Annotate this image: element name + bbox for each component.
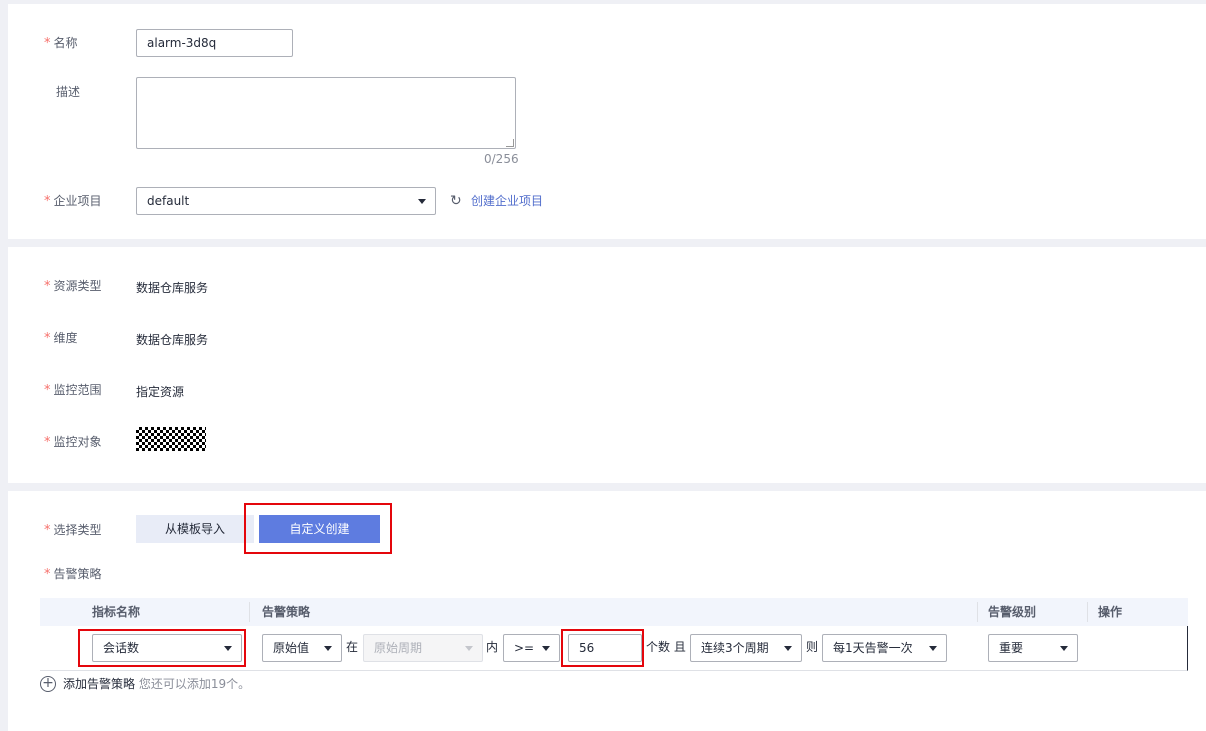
in-text: 在 <box>346 640 359 654</box>
object-label: * 监控对象 <box>44 435 102 450</box>
resource-card: * 资源类型 数据仓库服务 * 维度 数据仓库服务 * 监控范围 指定资源 * 监控对象 <box>8 247 1206 483</box>
col-policy: 告警策略 <box>262 605 311 619</box>
frequency-select-value: 每1天告警一次 <box>833 641 913 655</box>
table-row: 会话数 原始值 在 原始周期 内 >= 56 个数 且 连续3个周期 则 每1天… <box>40 626 1188 671</box>
value-type-select-value: 原始值 <box>273 641 310 655</box>
operator-select-value: >= <box>514 641 535 655</box>
col-level: 告警级别 <box>988 605 1037 619</box>
resource-type-label: * 资源类型 <box>44 279 102 294</box>
col-action: 操作 <box>1098 605 1123 619</box>
from-template-button[interactable]: 从模板导入 <box>136 515 254 543</box>
level-select[interactable]: 重要 <box>988 634 1078 662</box>
highlight-box <box>561 629 644 667</box>
select-type-label: * 选择类型 <box>44 523 102 538</box>
consecutive-select[interactable]: 连续3个周期 <box>690 634 802 662</box>
chevron-down-icon <box>465 646 473 651</box>
name-input[interactable]: alarm-3d8q <box>136 29 293 57</box>
required-mark: * <box>44 523 51 538</box>
refresh-icon[interactable]: ↻ <box>450 194 464 208</box>
scope-value: 指定资源 <box>136 385 185 399</box>
create-enterprise-link[interactable]: 创建企业项目 <box>471 192 543 209</box>
alarm-policy-label: * 告警策略 <box>44 567 102 582</box>
enterprise-select[interactable]: default <box>136 187 436 215</box>
col-metric: 指标名称 <box>92 605 141 619</box>
required-mark: * <box>44 331 51 346</box>
required-mark: * <box>44 194 51 209</box>
chevron-down-icon <box>418 199 426 204</box>
name-label: * 名称 <box>44 36 78 51</box>
dimension-value: 数据仓库服务 <box>136 333 209 347</box>
enterprise-label: * 企业项目 <box>44 194 102 209</box>
chevron-down-icon <box>784 646 792 651</box>
add-circle-icon[interactable]: + <box>40 676 56 692</box>
resource-type-value: 数据仓库服务 <box>136 281 209 295</box>
required-mark: * <box>44 279 51 294</box>
period-select-value: 原始周期 <box>374 641 423 655</box>
column-divider <box>1087 602 1088 622</box>
required-mark: * <box>44 567 51 582</box>
dimension-label: * 维度 <box>44 331 78 346</box>
then-text: 则 <box>806 640 819 654</box>
chevron-down-icon <box>1060 646 1068 651</box>
operator-select[interactable]: >= <box>503 634 560 662</box>
resize-handle-icon[interactable] <box>506 139 514 147</box>
column-divider <box>249 602 250 622</box>
within-text: 内 <box>486 640 499 654</box>
add-policy-hint: 您还可以添加19个。 <box>138 677 251 691</box>
scope-label: * 监控范围 <box>44 383 102 398</box>
frequency-select[interactable]: 每1天告警一次 <box>822 634 947 662</box>
basic-info-card: * 名称 alarm-3d8q 描述 0/256 * 企业项目 default ↻ … <box>8 4 1206 239</box>
level-select-value: 重要 <box>999 641 1024 655</box>
value-type-select[interactable]: 原始值 <box>262 634 342 662</box>
masked-object-image <box>136 427 206 451</box>
desc-char-counter: 0/256 <box>484 152 519 166</box>
highlight-box <box>244 503 392 554</box>
required-mark: * <box>44 435 51 450</box>
required-mark: * <box>44 383 51 398</box>
highlight-box <box>78 629 246 667</box>
chevron-down-icon <box>542 646 550 651</box>
period-select[interactable]: 原始周期 <box>363 634 483 662</box>
description-textarea[interactable] <box>136 77 516 149</box>
policy-table-header: 指标名称 告警策略 告警级别 操作 <box>40 598 1188 626</box>
consecutive-select-value: 连续3个周期 <box>701 641 769 655</box>
required-mark: * <box>44 36 51 51</box>
chevron-down-icon <box>929 646 937 651</box>
enterprise-select-value: default <box>147 194 190 208</box>
desc-label: 描述 <box>56 85 81 99</box>
column-divider <box>977 602 978 622</box>
policy-card: * 选择类型 从模板导入 自定义创建 * 告警策略 指标名称 告警策略 告警级别 操… <box>8 491 1206 731</box>
count-and-text: 个数 且 <box>646 640 686 654</box>
chevron-down-icon <box>324 646 332 651</box>
add-policy-link[interactable]: 添加告警策略 您还可以添加19个。 <box>63 676 250 692</box>
add-policy-label: 添加告警策略 <box>63 677 136 691</box>
